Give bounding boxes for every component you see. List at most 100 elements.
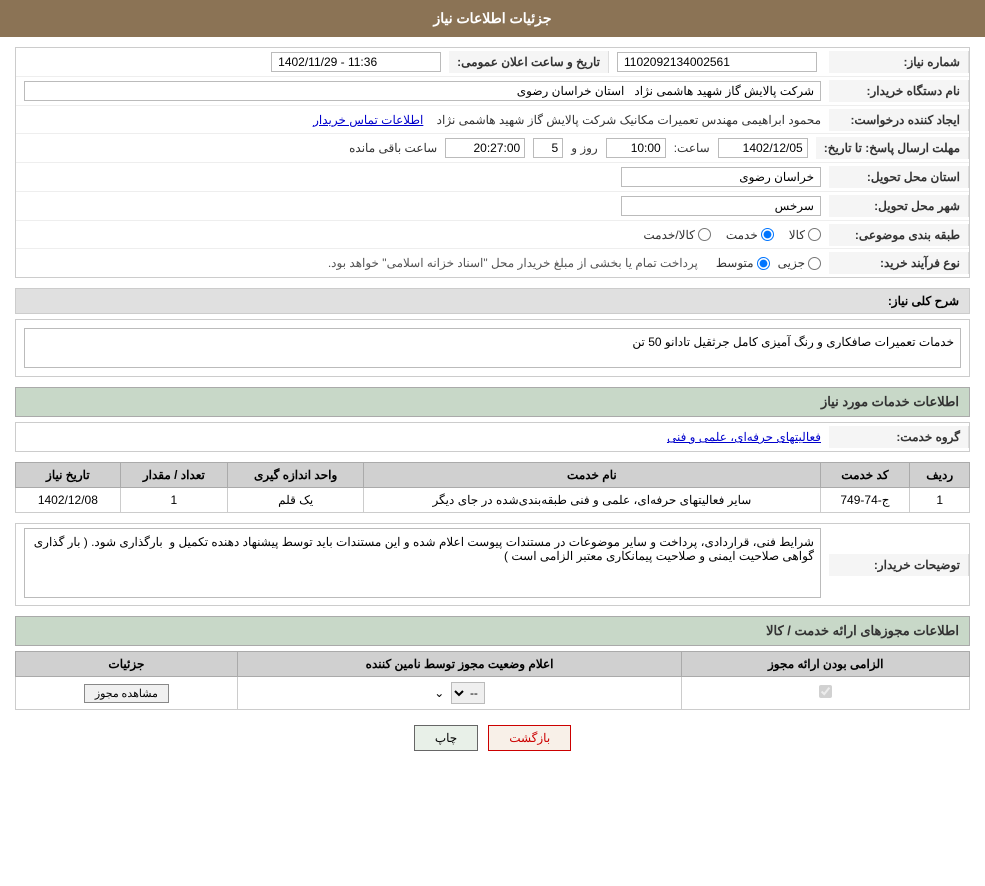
license-status-select[interactable]: -- (451, 682, 485, 704)
delivery-province-input[interactable] (621, 167, 821, 187)
service-group-link[interactable]: فعالیتهای حرفه‌ای، علمی و فنی (667, 430, 821, 444)
delivery-city-input[interactable] (621, 196, 821, 216)
send-deadline-label: مهلت ارسال پاسخ: تا تاریخ: (816, 137, 969, 159)
purchase-note: پرداخت تمام یا بخشی از مبلغ خریدار محل "… (328, 256, 698, 270)
row-delivery-city: شهر محل تحویل: (16, 192, 969, 221)
license-status-cell: -- ⌄ (237, 677, 682, 710)
th-details: جزئیات (16, 652, 238, 677)
license-table-body: -- ⌄ مشاهده مجوز (16, 677, 970, 710)
view-license-button[interactable]: مشاهده مجوز (84, 684, 169, 703)
license-section-title: اطلاعات مجوزهای ارائه خدمت / کالا (15, 616, 970, 646)
services-table-header-row: ردیف کد خدمت نام خدمت واحد اندازه گیری ت… (16, 463, 970, 488)
footer-buttons: بازگشت چاپ (15, 725, 970, 751)
send-date-input[interactable] (718, 138, 808, 158)
row-category: طبقه بندی موضوعی: کالا خدمت (16, 221, 969, 249)
need-desc-box: خدمات تعمیرات صافکاری و رنگ آمیزی کامل ج… (24, 328, 961, 368)
radio-motavasset[interactable] (757, 257, 770, 270)
send-deadline-value: ساعت: روز و ساعت باقی مانده (16, 134, 816, 162)
need-number-value (609, 48, 829, 76)
category-radio-group: کالا خدمت کالا/خدمت (24, 228, 821, 242)
buyer-notes-textarea[interactable]: شرایط فنی، قراردادی، پرداخت و سایر موضوع… (24, 528, 821, 598)
back-button[interactable]: بازگشت (488, 725, 571, 751)
need-desc-header: شرح کلی نیاز: (15, 288, 970, 314)
radio-kala-khedmat-label: کالا/خدمت (643, 228, 694, 242)
service-group-value: فعالیتهای حرفه‌ای، علمی و فنی (16, 426, 829, 448)
buyer-org-value (16, 77, 829, 105)
requester-contact-link[interactable]: اطلاعات تماس خریدار (313, 113, 423, 127)
announcement-date-input[interactable] (271, 52, 441, 72)
delivery-province-value (16, 163, 829, 191)
license-table: الزامی بودن ارائه مجوز اعلام وضعیت مجوز … (15, 651, 970, 710)
need-number-input[interactable] (617, 52, 817, 72)
delivery-province-label: استان محل تحویل: (829, 166, 969, 188)
radio-khedmat-label: خدمت (726, 228, 758, 242)
radio-motavasset-label: متوسط (716, 256, 754, 270)
purchase-radio-motavasset: متوسط (716, 256, 770, 270)
cell-unit: یک قلم (228, 488, 364, 513)
license-header-row: الزامی بودن ارائه مجوز اعلام وضعیت مجوز … (16, 652, 970, 677)
row-delivery-province: استان محل تحویل: (16, 163, 969, 192)
th-quantity: تعداد / مقدار (120, 463, 227, 488)
category-radio-khedmat: خدمت (726, 228, 774, 242)
send-day-input[interactable] (533, 138, 563, 158)
purchase-type-value: جزیی متوسط پرداخت تمام یا بخشی از مبلغ خ… (16, 252, 829, 274)
send-remain-input[interactable] (445, 138, 525, 158)
row-requester: ایجاد کننده درخواست: محمود ابراهیمی مهند… (16, 106, 969, 134)
services-table-body: 1 ج-74-749 سایر فعالیتهای حرفه‌ای، علمی … (16, 488, 970, 513)
send-remain-label: ساعت باقی مانده (349, 141, 437, 155)
send-time-input[interactable] (606, 138, 666, 158)
delivery-city-label: شهر محل تحویل: (829, 195, 969, 217)
service-group-row: گروه خدمت: فعالیتهای حرفه‌ای، علمی و فنی (15, 422, 970, 452)
th-row: ردیف (910, 463, 970, 488)
need-number-label: شماره نیاز: (829, 51, 969, 73)
main-info-section: شماره نیاز: تاریخ و ساعت اعلان عمومی: نا… (15, 47, 970, 278)
th-code: کد خدمت (820, 463, 910, 488)
page-title: جزئیات اطلاعات نیاز (433, 10, 551, 26)
row-buyer-org: نام دستگاه خریدار: (16, 77, 969, 106)
need-desc-section: شرح کلی نیاز: خدمات تعمیرات صافکاری و رن… (15, 288, 970, 377)
radio-kala[interactable] (808, 228, 821, 241)
buyer-notes-form: توضیحات خریدار: شرایط فنی، قراردادی، پرد… (15, 523, 970, 606)
license-details-cell: مشاهده مجوز (16, 677, 238, 710)
buyer-org-input[interactable] (24, 81, 821, 101)
category-radio-kala-khedmat: کالا/خدمت (643, 228, 710, 242)
radio-kala-khedmat[interactable] (698, 228, 711, 241)
print-button[interactable]: چاپ (414, 725, 478, 751)
services-table-head: ردیف کد خدمت نام خدمت واحد اندازه گیری ت… (16, 463, 970, 488)
requester-label: ایجاد کننده درخواست: (829, 109, 969, 131)
buyer-notes-section: توضیحات خریدار: شرایط فنی، قراردادی، پرد… (15, 523, 970, 606)
license-section: اطلاعات مجوزهای ارائه خدمت / کالا الزامی… (15, 616, 970, 710)
purchase-inline: جزیی متوسط پرداخت تمام یا بخشی از مبلغ خ… (24, 256, 821, 270)
purchase-radio-jozii: جزیی (778, 256, 821, 270)
services-table: ردیف کد خدمت نام خدمت واحد اندازه گیری ت… (15, 462, 970, 513)
row-need-number: شماره نیاز: تاریخ و ساعت اعلان عمومی: (16, 48, 969, 77)
license-required-cell (682, 677, 970, 710)
th-unit: واحد اندازه گیری (228, 463, 364, 488)
buyer-notes-row: توضیحات خریدار: شرایط فنی، قراردادی، پرد… (16, 524, 969, 605)
need-desc-title: شرح کلی نیاز: (888, 294, 959, 308)
announcement-date-label: تاریخ و ساعت اعلان عمومی: (449, 51, 609, 73)
th-name: نام خدمت (364, 463, 820, 488)
service-group-label: گروه خدمت: (829, 426, 969, 448)
radio-khedmat[interactable] (761, 228, 774, 241)
service-group: گروه خدمت: فعالیتهای حرفه‌ای، علمی و فنی (16, 423, 969, 451)
cell-quantity: 1 (120, 488, 227, 513)
th-status: اعلام وضعیت مجوز توسط نامین کننده (237, 652, 682, 677)
cell-date: 1402/12/08 (16, 488, 121, 513)
services-section-title: اطلاعات خدمات مورد نیاز (15, 387, 970, 417)
buyer-notes-label: توضیحات خریدار: (829, 554, 969, 576)
radio-jozii[interactable] (808, 257, 821, 270)
buyer-org-label: نام دستگاه خریدار: (829, 80, 969, 102)
send-day-label: روز و (571, 141, 598, 155)
need-desc-content: خدمات تعمیرات صافکاری و رنگ آمیزی کامل ج… (15, 319, 970, 377)
th-date: تاریخ نیاز (16, 463, 121, 488)
content-area: شماره نیاز: تاریخ و ساعت اعلان عمومی: نا… (0, 37, 985, 776)
radio-jozii-label: جزیی (778, 256, 805, 270)
announcement-date-value (16, 48, 449, 76)
category-radio-kala: کالا (789, 228, 821, 242)
send-time-label: ساعت: (674, 141, 710, 155)
license-table-head: الزامی بودن ارائه مجوز اعلام وضعیت مجوز … (16, 652, 970, 677)
category-value: کالا خدمت کالا/خدمت (16, 224, 829, 246)
category-label: طبقه بندی موضوعی: (829, 224, 969, 246)
row-purchase-type: نوع فرآیند خرید: جزیی متوسط پرداخت تمام … (16, 249, 969, 277)
